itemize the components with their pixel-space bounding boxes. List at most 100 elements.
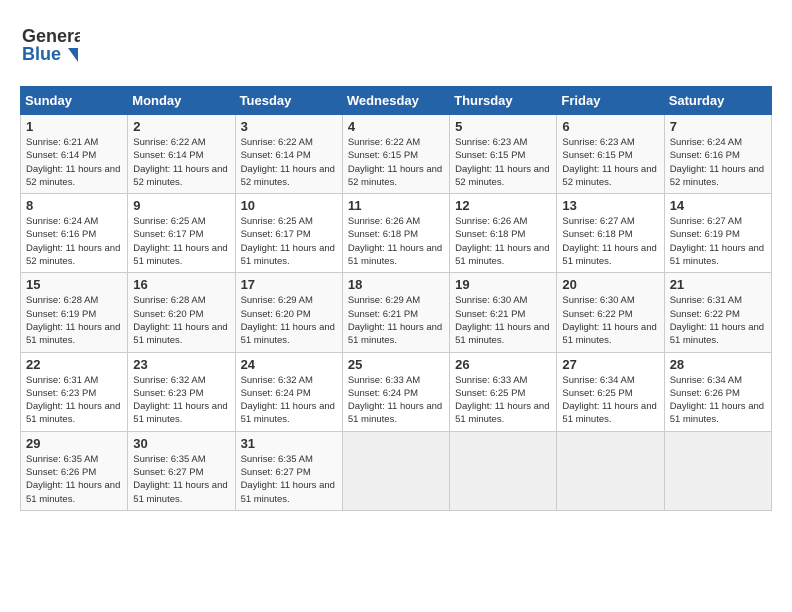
calendar-week-row: 1 Sunrise: 6:21 AM Sunset: 6:14 PM Daylig… [21, 115, 772, 194]
calendar-cell: 7 Sunrise: 6:24 AM Sunset: 6:16 PM Daylig… [664, 115, 771, 194]
calendar-cell: 3 Sunrise: 6:22 AM Sunset: 6:14 PM Daylig… [235, 115, 342, 194]
day-info: Sunrise: 6:24 AM Sunset: 6:16 PM Dayligh… [26, 215, 122, 268]
day-info: Sunrise: 6:31 AM Sunset: 6:23 PM Dayligh… [26, 374, 122, 427]
day-info: Sunrise: 6:30 AM Sunset: 6:22 PM Dayligh… [562, 294, 658, 347]
day-number: 4 [348, 119, 444, 134]
calendar-cell [342, 431, 449, 510]
calendar-cell: 12 Sunrise: 6:26 AM Sunset: 6:18 PM Dayli… [450, 194, 557, 273]
calendar-cell: 15 Sunrise: 6:28 AM Sunset: 6:19 PM Dayli… [21, 273, 128, 352]
day-info: Sunrise: 6:25 AM Sunset: 6:17 PM Dayligh… [133, 215, 229, 268]
day-info: Sunrise: 6:32 AM Sunset: 6:23 PM Dayligh… [133, 374, 229, 427]
calendar-cell: 23 Sunrise: 6:32 AM Sunset: 6:23 PM Dayli… [128, 352, 235, 431]
calendar-cell: 28 Sunrise: 6:34 AM Sunset: 6:26 PM Dayli… [664, 352, 771, 431]
calendar-cell: 26 Sunrise: 6:33 AM Sunset: 6:25 PM Dayli… [450, 352, 557, 431]
svg-text:Blue: Blue [22, 44, 61, 64]
day-number: 30 [133, 436, 229, 451]
day-info: Sunrise: 6:23 AM Sunset: 6:15 PM Dayligh… [562, 136, 658, 189]
calendar-week-row: 22 Sunrise: 6:31 AM Sunset: 6:23 PM Dayli… [21, 352, 772, 431]
calendar-weekday: Saturday [664, 87, 771, 115]
day-number: 13 [562, 198, 658, 213]
day-number: 28 [670, 357, 766, 372]
day-number: 9 [133, 198, 229, 213]
calendar-week-row: 8 Sunrise: 6:24 AM Sunset: 6:16 PM Daylig… [21, 194, 772, 273]
calendar-table: SundayMondayTuesdayWednesdayThursdayFrid… [20, 86, 772, 511]
day-info: Sunrise: 6:29 AM Sunset: 6:20 PM Dayligh… [241, 294, 337, 347]
calendar-weekday: Thursday [450, 87, 557, 115]
day-info: Sunrise: 6:22 AM Sunset: 6:14 PM Dayligh… [241, 136, 337, 189]
svg-text:General: General [22, 26, 80, 46]
day-info: Sunrise: 6:21 AM Sunset: 6:14 PM Dayligh… [26, 136, 122, 189]
calendar-weekday: Wednesday [342, 87, 449, 115]
day-number: 22 [26, 357, 122, 372]
day-info: Sunrise: 6:29 AM Sunset: 6:21 PM Dayligh… [348, 294, 444, 347]
day-info: Sunrise: 6:35 AM Sunset: 6:27 PM Dayligh… [241, 453, 337, 506]
calendar-cell: 11 Sunrise: 6:26 AM Sunset: 6:18 PM Dayli… [342, 194, 449, 273]
calendar-cell: 21 Sunrise: 6:31 AM Sunset: 6:22 PM Dayli… [664, 273, 771, 352]
day-info: Sunrise: 6:32 AM Sunset: 6:24 PM Dayligh… [241, 374, 337, 427]
day-number: 24 [241, 357, 337, 372]
day-number: 17 [241, 277, 337, 292]
calendar-cell: 8 Sunrise: 6:24 AM Sunset: 6:16 PM Daylig… [21, 194, 128, 273]
calendar-cell: 25 Sunrise: 6:33 AM Sunset: 6:24 PM Dayli… [342, 352, 449, 431]
day-info: Sunrise: 6:31 AM Sunset: 6:22 PM Dayligh… [670, 294, 766, 347]
day-info: Sunrise: 6:22 AM Sunset: 6:14 PM Dayligh… [133, 136, 229, 189]
calendar-cell: 18 Sunrise: 6:29 AM Sunset: 6:21 PM Dayli… [342, 273, 449, 352]
calendar-weekday: Friday [557, 87, 664, 115]
logo-icon: General Blue [20, 20, 80, 70]
calendar-cell: 1 Sunrise: 6:21 AM Sunset: 6:14 PM Daylig… [21, 115, 128, 194]
day-number: 15 [26, 277, 122, 292]
day-info: Sunrise: 6:27 AM Sunset: 6:19 PM Dayligh… [670, 215, 766, 268]
day-number: 1 [26, 119, 122, 134]
day-info: Sunrise: 6:33 AM Sunset: 6:24 PM Dayligh… [348, 374, 444, 427]
day-info: Sunrise: 6:22 AM Sunset: 6:15 PM Dayligh… [348, 136, 444, 189]
day-info: Sunrise: 6:26 AM Sunset: 6:18 PM Dayligh… [348, 215, 444, 268]
day-number: 26 [455, 357, 551, 372]
calendar-cell: 14 Sunrise: 6:27 AM Sunset: 6:19 PM Dayli… [664, 194, 771, 273]
calendar-cell: 17 Sunrise: 6:29 AM Sunset: 6:20 PM Dayli… [235, 273, 342, 352]
calendar-cell: 2 Sunrise: 6:22 AM Sunset: 6:14 PM Daylig… [128, 115, 235, 194]
day-number: 20 [562, 277, 658, 292]
calendar-cell: 20 Sunrise: 6:30 AM Sunset: 6:22 PM Dayli… [557, 273, 664, 352]
day-number: 23 [133, 357, 229, 372]
calendar-cell [450, 431, 557, 510]
day-info: Sunrise: 6:28 AM Sunset: 6:20 PM Dayligh… [133, 294, 229, 347]
day-info: Sunrise: 6:25 AM Sunset: 6:17 PM Dayligh… [241, 215, 337, 268]
day-number: 25 [348, 357, 444, 372]
day-number: 3 [241, 119, 337, 134]
calendar-cell: 5Sunrise: 6:23 AM Sunset: 6:15 PM Daylig… [450, 115, 557, 194]
day-number: 8 [26, 198, 122, 213]
calendar-cell [664, 431, 771, 510]
day-info: Sunrise: 6:35 AM Sunset: 6:27 PM Dayligh… [133, 453, 229, 506]
day-number: 10 [241, 198, 337, 213]
day-number: 16 [133, 277, 229, 292]
day-number: 11 [348, 198, 444, 213]
day-number: 7 [670, 119, 766, 134]
calendar-cell: 29Sunrise: 6:35 AM Sunset: 6:26 PM Dayli… [21, 431, 128, 510]
calendar-weekday: Tuesday [235, 87, 342, 115]
calendar-cell: 9 Sunrise: 6:25 AM Sunset: 6:17 PM Daylig… [128, 194, 235, 273]
calendar-cell: 16 Sunrise: 6:28 AM Sunset: 6:20 PM Dayli… [128, 273, 235, 352]
day-number: 12 [455, 198, 551, 213]
calendar-cell: 30 Sunrise: 6:35 AM Sunset: 6:27 PM Dayli… [128, 431, 235, 510]
day-number: 2 [133, 119, 229, 134]
calendar-header-row: SundayMondayTuesdayWednesdayThursdayFrid… [21, 87, 772, 115]
day-number: 18 [348, 277, 444, 292]
calendar-week-row: 15 Sunrise: 6:28 AM Sunset: 6:19 PM Dayli… [21, 273, 772, 352]
day-info: Sunrise: 6:26 AM Sunset: 6:18 PM Dayligh… [455, 215, 551, 268]
calendar-cell: 6 Sunrise: 6:23 AM Sunset: 6:15 PM Daylig… [557, 115, 664, 194]
day-number: 6 [562, 119, 658, 134]
day-number: 14 [670, 198, 766, 213]
calendar-cell: 10 Sunrise: 6:25 AM Sunset: 6:17 PM Dayli… [235, 194, 342, 273]
calendar-cell: 4 Sunrise: 6:22 AM Sunset: 6:15 PM Daylig… [342, 115, 449, 194]
page-header: General Blue [20, 20, 772, 70]
logo: General Blue [20, 20, 80, 70]
day-info: Sunrise: 6:28 AM Sunset: 6:19 PM Dayligh… [26, 294, 122, 347]
day-info: Sunrise: 6:33 AM Sunset: 6:25 PM Dayligh… [455, 374, 551, 427]
calendar-weekday: Sunday [21, 87, 128, 115]
day-info: Sunrise: 6:24 AM Sunset: 6:16 PM Dayligh… [670, 136, 766, 189]
day-info: Sunrise: 6:34 AM Sunset: 6:26 PM Dayligh… [670, 374, 766, 427]
day-info: Sunrise: 6:27 AM Sunset: 6:18 PM Dayligh… [562, 215, 658, 268]
day-number: 21 [670, 277, 766, 292]
day-info: Sunrise: 6:23 AM Sunset: 6:15 PM Dayligh… [455, 136, 551, 189]
calendar-week-row: 29Sunrise: 6:35 AM Sunset: 6:26 PM Dayli… [21, 431, 772, 510]
